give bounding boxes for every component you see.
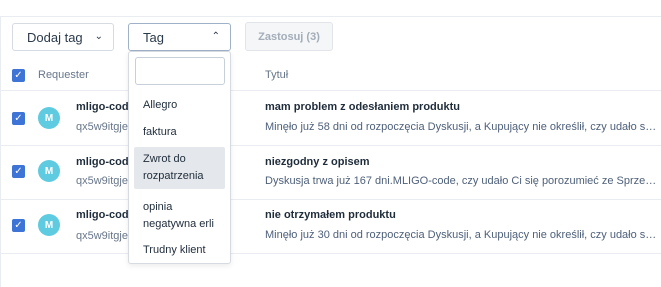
row-divider: [0, 145, 661, 146]
dropdown-option-opinia[interactable]: opinia negatywna erli: [134, 199, 225, 233]
avatar: M: [38, 107, 60, 129]
row-divider: [0, 199, 661, 200]
chevron-down-icon: ⌄: [94, 31, 103, 42]
requester-name: mligo-code: [76, 209, 135, 221]
check-icon: ✓: [14, 113, 23, 124]
check-icon: ✓: [14, 220, 23, 231]
column-header-requester: Requester: [38, 69, 89, 81]
select-all-checkbox[interactable]: ✓: [12, 69, 25, 82]
row-description: Minęło już 58 dni od rozpoczęcia Dyskusj…: [265, 121, 657, 133]
requester-name: mligo-code: [76, 101, 135, 113]
row-checkbox[interactable]: ✓: [12, 112, 25, 125]
add-tag-button[interactable]: Dodaj tag ⌄: [12, 23, 114, 51]
dropdown-option-zwrot[interactable]: Zwrot do rozpatrzenia: [134, 147, 225, 189]
tag-search-input[interactable]: [135, 57, 225, 85]
add-tag-label: Dodaj tag: [27, 29, 83, 45]
row-divider: [0, 253, 661, 254]
row-checkbox[interactable]: ✓: [12, 165, 25, 178]
tag-select[interactable]: Tag ⌃: [128, 23, 231, 51]
top-divider: [0, 16, 661, 17]
row-description: Minęło już 30 dni od rozpoczęcia Dyskusj…: [265, 229, 657, 241]
row-checkbox[interactable]: ✓: [12, 219, 25, 232]
chevron-up-icon: ⌃: [211, 31, 220, 42]
apply-button[interactable]: Zastosuj (3): [245, 22, 333, 51]
dropdown-option-trudny-klient[interactable]: Trudny klient: [134, 242, 225, 259]
column-header-title: Tytuł: [265, 69, 289, 81]
check-icon: ✓: [14, 166, 23, 177]
dropdown-option-faktura[interactable]: faktura: [134, 124, 225, 141]
tag-select-value: Tag: [143, 29, 164, 45]
row-title[interactable]: mam problem z odesłaniem produktu: [265, 101, 460, 113]
row-title[interactable]: niezgodny z opisem: [265, 156, 370, 168]
header-divider: [0, 90, 661, 91]
dropdown-option-allegro[interactable]: Allegro: [134, 97, 225, 114]
requester-name: mligo-code: [76, 156, 135, 168]
avatar: M: [38, 160, 60, 182]
check-icon: ✓: [14, 70, 23, 81]
avatar: M: [38, 214, 60, 236]
apply-label: Zastosuj (3): [258, 30, 320, 43]
tag-dropdown: Allegro faktura Zwrot do rozpatrzenia op…: [128, 51, 231, 264]
left-divider: [0, 16, 1, 287]
row-description: Dyskusja trwa już 167 dni.MLIGO-code, cz…: [265, 175, 657, 187]
row-title[interactable]: nie otrzymałem produktu: [265, 209, 396, 221]
